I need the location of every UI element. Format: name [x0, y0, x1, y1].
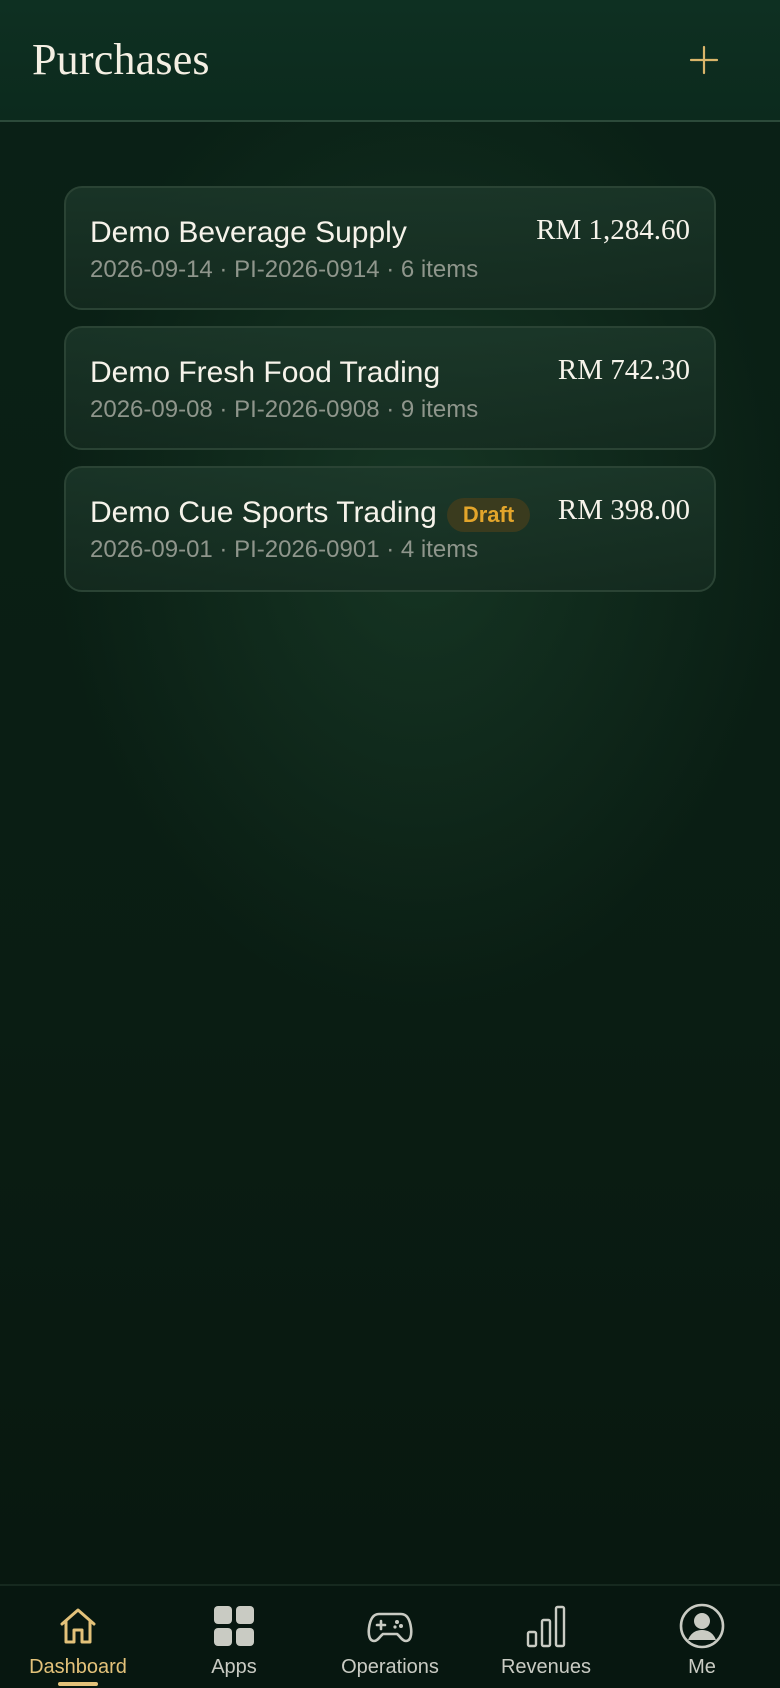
purchase-card[interactable]: Demo Cue Sports Trading Draft RM 398.00 … [64, 466, 716, 592]
plus-icon [689, 45, 719, 75]
purchase-amount: RM 398.00 [557, 494, 690, 526]
supplier-name: Demo Fresh Food Trading [90, 356, 441, 389]
user-circle-icon [678, 1602, 726, 1650]
supplier-name: Demo Cue Sports Trading [90, 496, 437, 529]
supplier-row: Demo Cue Sports Trading Draft [90, 496, 531, 532]
nav-label: Revenues [500, 1656, 592, 1678]
nav-item-apps[interactable]: Apps [156, 1586, 312, 1688]
supplier-row: Demo Beverage Supply [90, 216, 407, 250]
supplier-row: Demo Fresh Food Trading [90, 356, 440, 390]
nav-item-dashboard[interactable]: Dashboard [0, 1586, 156, 1688]
bar-chart-icon [522, 1602, 570, 1650]
nav-label: Me [688, 1656, 716, 1678]
home-icon [54, 1602, 102, 1650]
page-title: Purchases [32, 35, 210, 84]
nav-label: Dashboard [29, 1656, 127, 1678]
purchase-amount: RM 742.30 [557, 354, 690, 386]
nav-item-operations[interactable]: Operations [312, 1586, 468, 1688]
purchase-card[interactable]: Demo Fresh Food Trading RM 742.30 2026-0… [64, 326, 716, 450]
nav-label: Operations [341, 1656, 439, 1678]
bottom-nav: Dashboard Apps Operations Revenues Me [0, 1584, 780, 1688]
purchase-amount: RM 1,284.60 [536, 214, 690, 246]
purchase-meta: 2026-09-08 · PI-2026-0908 · 9 items [90, 396, 479, 423]
supplier-name: Demo Beverage Supply [90, 216, 407, 249]
active-indicator [58, 1682, 98, 1686]
app-header: Purchases [0, 0, 780, 122]
draft-status-badge: Draft [446, 498, 531, 532]
purchase-meta: 2026-09-01 · PI-2026-0901 · 4 items [90, 536, 479, 563]
purchase-list: Demo Beverage Supply RM 1,284.60 2026-09… [64, 186, 716, 608]
purchase-card[interactable]: Demo Beverage Supply RM 1,284.60 2026-09… [64, 186, 716, 310]
nav-item-me[interactable]: Me [624, 1586, 780, 1688]
grid-icon [210, 1602, 258, 1650]
purchase-meta: 2026-09-14 · PI-2026-0914 · 6 items [90, 256, 479, 283]
gamepad-icon [366, 1602, 414, 1650]
nav-item-revenues[interactable]: Revenues [468, 1586, 624, 1688]
add-purchase-button[interactable] [680, 36, 728, 84]
nav-label: Apps [211, 1656, 257, 1678]
